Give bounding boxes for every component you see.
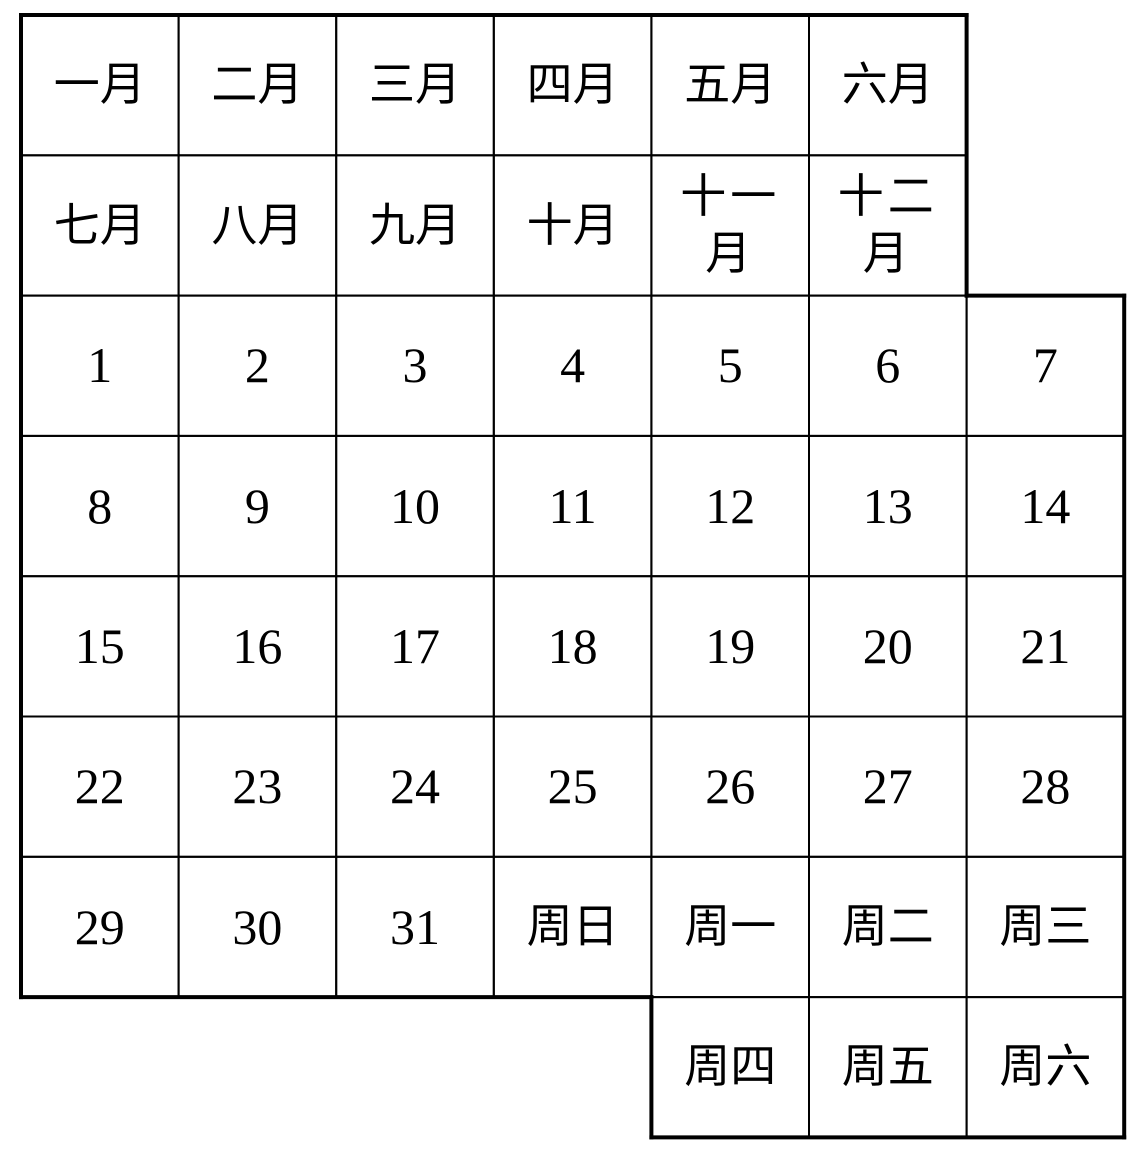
cell-border <box>492 715 653 858</box>
grid-lines <box>19 13 1127 1140</box>
cell-border <box>177 294 338 437</box>
cell-border <box>335 855 495 999</box>
cell-border <box>20 855 180 999</box>
cell-border <box>335 294 495 437</box>
cell-border <box>965 996 1126 1139</box>
cell-border <box>177 154 338 297</box>
cell-border <box>492 294 653 437</box>
cell-border <box>20 715 180 858</box>
cell-border <box>177 434 338 578</box>
cell-border <box>335 434 495 578</box>
calendar-puzzle-board: 一月 二月 三月 四月 五月 六月 七月 八月 九月 十月 十一月 十二月 1 2 3 4 5 6 7 8 9 10 11 1… <box>0 0 1147 1156</box>
cell-border <box>808 434 968 578</box>
cell-border <box>20 294 180 437</box>
cell-border <box>20 575 180 718</box>
cell-border <box>650 154 811 297</box>
cell-border <box>20 434 180 578</box>
cell-border <box>965 575 1126 718</box>
cell-border <box>650 996 811 1139</box>
cell-border <box>650 294 811 437</box>
cell-border <box>177 14 338 157</box>
cell-border <box>177 575 338 718</box>
cell-border <box>650 855 811 999</box>
cell-border <box>335 154 495 297</box>
cell-border <box>965 294 1126 437</box>
cell-border <box>965 715 1126 858</box>
cell-border <box>20 154 180 297</box>
cell-border <box>650 434 811 578</box>
cell-border <box>492 154 653 297</box>
cell-border <box>808 715 968 858</box>
cell-border <box>808 14 968 157</box>
cell-border <box>335 14 495 157</box>
cell-border <box>335 715 495 858</box>
cell-border <box>177 855 338 999</box>
cell-border <box>177 715 338 858</box>
cell-border <box>808 996 968 1139</box>
cell-border <box>20 14 180 157</box>
cell-border <box>808 855 968 999</box>
cell-border <box>650 14 811 157</box>
cell-border <box>808 154 968 297</box>
cell-border <box>808 575 968 718</box>
cell-border <box>492 434 653 578</box>
cell-border <box>965 434 1126 578</box>
cell-border <box>492 575 653 718</box>
cell-border <box>650 575 811 718</box>
cell-border <box>492 14 653 157</box>
cell-border <box>965 855 1126 999</box>
cell-border <box>808 294 968 437</box>
cell-border <box>492 855 653 999</box>
cell-border <box>335 575 495 718</box>
cell-border <box>650 715 811 858</box>
